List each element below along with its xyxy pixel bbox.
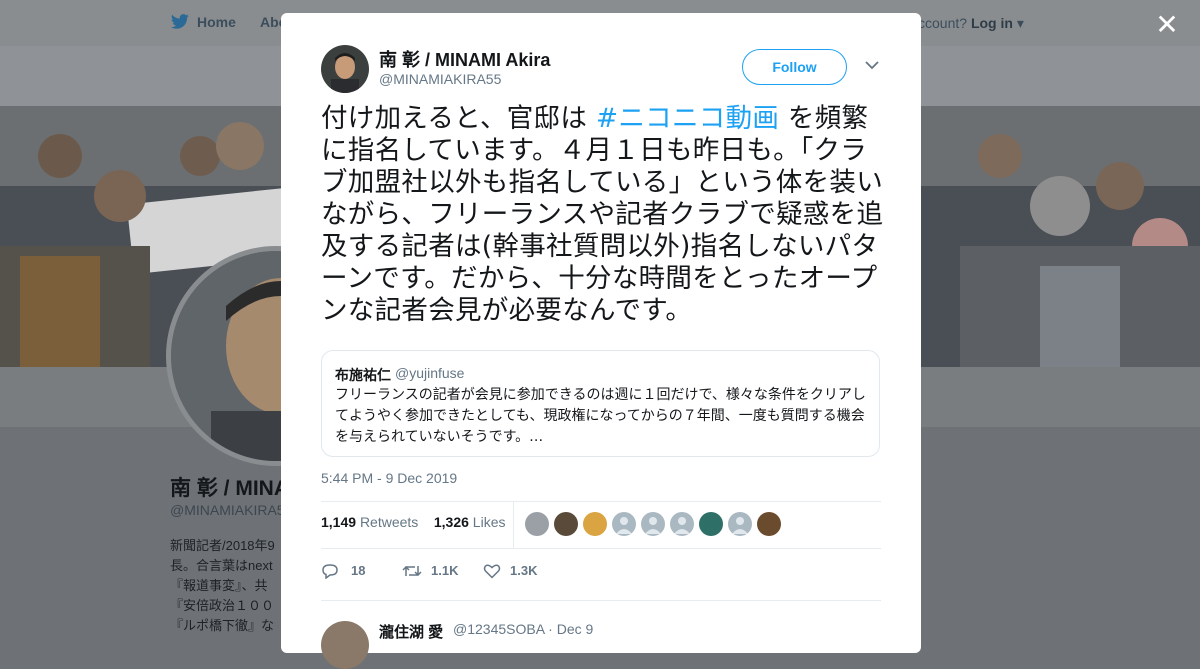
hashtag-link[interactable]: #ニコニコ動画: [596, 103, 779, 134]
divider: [513, 502, 514, 548]
account-prompt-text: ccount?: [918, 15, 968, 31]
quoted-tweet-text: フリーランスの記者が会見に参加できるのは週に１回だけで、様々な条件をクリアしてよ…: [335, 387, 866, 445]
author-handle[interactable]: @MINAMIAKIRA55: [379, 71, 501, 87]
heart-icon: [483, 564, 501, 579]
author-avatar[interactable]: [321, 45, 369, 93]
liker-avatar[interactable]: [757, 512, 781, 536]
default-avatar[interactable]: [612, 512, 636, 536]
chevron-down-icon[interactable]: [865, 60, 879, 70]
tweet-text: 付け加えると、官邸は #ニコニコ動画 を頻繁に指名しています。４月１日も昨日も。…: [321, 103, 891, 327]
default-avatar[interactable]: [728, 512, 752, 536]
divider: [321, 501, 881, 502]
login-link[interactable]: Log in: [971, 15, 1013, 31]
divider: [321, 600, 881, 601]
tweet-text-part: を頻繁に指名しています。４月１日も昨日も。「クラブ加盟社以外も指名している」とい…: [321, 103, 884, 326]
twitter-bird-icon[interactable]: [170, 14, 190, 30]
reply-author-avatar[interactable]: [321, 621, 369, 669]
tweet-actions: 18 1.1K 1.3K: [321, 561, 721, 581]
retweets-label: Retweets: [359, 514, 419, 530]
liker-avatar[interactable]: [525, 512, 549, 536]
profile-bio-line: 新聞記者/2018年9: [170, 538, 275, 553]
quoted-author-handle: @yujinfuse: [395, 365, 465, 381]
tweet-timestamp[interactable]: 5:44 PM - 9 Dec 2019: [321, 470, 457, 486]
profile-bio-line: 『安倍政治１００: [170, 598, 275, 613]
author-name[interactable]: 南 彰 / MINAMI Akira: [379, 46, 550, 72]
nav-home-link[interactable]: Home: [197, 14, 236, 30]
retweet-icon: [402, 565, 422, 577]
reply-count: 18: [351, 563, 366, 578]
likes-stat[interactable]: 1,326 Likes: [434, 514, 506, 530]
reply-tweet[interactable]: 瀧住湖 愛 @12345SOBA · Dec 9: [321, 621, 881, 669]
divider: [321, 548, 881, 549]
likes-label: Likes: [472, 514, 506, 530]
tweet-modal: 南 彰 / MINAMI Akira @MINAMIAKIRA55 Follow…: [281, 13, 921, 669]
default-avatar[interactable]: [641, 512, 665, 536]
default-avatar[interactable]: [670, 512, 694, 536]
liker-avatar[interactable]: [699, 512, 723, 536]
profile-handle: @MINAMIAKIRA5: [170, 502, 285, 518]
reply-icon: [322, 564, 338, 579]
login-prompt: ccount? Log in ▾: [918, 15, 1024, 32]
retweet-count: 1.1K: [431, 563, 459, 578]
tweet-stats: 1,149 Retweets 1,326 Likes: [321, 514, 505, 530]
liker-avatar[interactable]: [554, 512, 578, 536]
profile-bio-line: 『報道事変』、共: [170, 578, 268, 593]
reply-author-meta: @12345SOBA · Dec 9: [453, 621, 594, 637]
profile-bio-line: 『ルポ橋下徹』な: [170, 618, 275, 633]
close-icon[interactable]: ✕: [1154, 11, 1180, 39]
profile-bio-line: 長。合言葉はnext: [170, 558, 273, 573]
tweet-text-part: 付け加えると、官邸は: [321, 103, 596, 134]
follow-button[interactable]: Follow: [742, 49, 847, 85]
likes-count: 1,326: [433, 514, 469, 530]
liker-avatar[interactable]: [583, 512, 607, 536]
retweets-count: 1,149: [321, 514, 357, 530]
reply-author-name[interactable]: 瀧住湖 愛: [379, 621, 443, 642]
retweets-stat[interactable]: 1,149 Retweets: [321, 514, 418, 530]
quoted-author-name: 布施祐仁: [335, 368, 391, 384]
like-count: 1.3K: [510, 563, 538, 578]
profile-name: 南 彰 / MINA: [170, 477, 289, 500]
author-avatar-photo: [321, 45, 369, 93]
chevron-down-icon[interactable]: ▾: [1017, 15, 1024, 31]
quoted-tweet[interactable]: 布施祐仁 @yujinfuse フリーランスの記者が会見に参加できるのは週に１回…: [321, 350, 880, 457]
